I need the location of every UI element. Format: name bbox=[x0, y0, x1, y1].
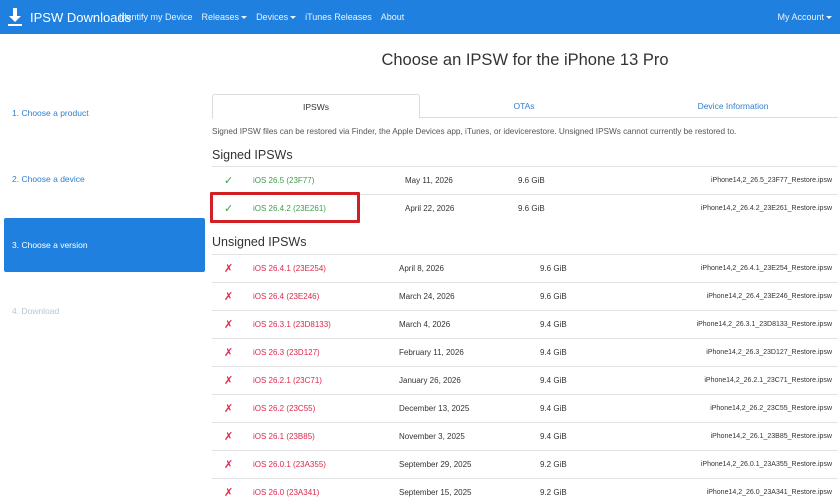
version-link[interactable]: iOS 26.0.1 (23A355) bbox=[253, 451, 326, 478]
table-row[interactable]: ✗ iOS 26.2 (23C55) December 13, 2025 9.4… bbox=[212, 394, 838, 421]
file-name: iPhone14,2_26.3_23D127_Restore.ipsw bbox=[706, 349, 832, 356]
highlight-box bbox=[210, 192, 360, 223]
table-row[interactable]: ✗ iOS 26.3.1 (23D8133) March 4, 2026 9.4… bbox=[212, 310, 838, 337]
file-size: 9.6 GiB bbox=[540, 264, 567, 273]
file-name: iPhone14,2_26.1_23B85_Restore.ipsw bbox=[710, 433, 832, 440]
nav-devices[interactable]: Devices bbox=[256, 12, 297, 22]
version-link[interactable]: iOS 26.2.1 (23C71) bbox=[253, 367, 322, 394]
cross-icon: ✗ bbox=[224, 375, 234, 387]
unsigned-heading: Unsigned IPSWs bbox=[212, 235, 307, 249]
release-date: March 24, 2026 bbox=[399, 292, 455, 301]
cross-icon: ✗ bbox=[224, 319, 234, 331]
table-row[interactable]: ✓ iOS 26.5 (23F77) May 11, 2026 9.6 GiB … bbox=[212, 166, 838, 193]
file-name: iPhone14,2_26.3.1_23D8133_Restore.ipsw bbox=[696, 321, 832, 328]
brand[interactable]: IPSW Downloads bbox=[6, 0, 131, 34]
table-row[interactable]: ✗ iOS 26.0 (23A341) September 15, 2025 9… bbox=[212, 478, 838, 500]
file-name: iPhone14,2_26.4.2_23E261_Restore.ipsw bbox=[700, 205, 832, 212]
release-date: April 8, 2026 bbox=[399, 264, 444, 273]
step-choose-device[interactable]: 2. Choose a device bbox=[4, 152, 205, 206]
cross-icon: ✗ bbox=[224, 347, 234, 359]
file-name: iPhone14,2_26.4_23E246_Restore.ipsw bbox=[706, 293, 832, 300]
chevron-down-icon bbox=[290, 16, 297, 20]
file-name: iPhone14,2_26.0.1_23A355_Restore.ipsw bbox=[700, 461, 832, 468]
cross-icon: ✗ bbox=[224, 403, 234, 415]
file-size: 9.2 GiB bbox=[540, 460, 567, 469]
nav-account[interactable]: My Account bbox=[777, 0, 832, 34]
version-link[interactable]: iOS 26.0 (23A341) bbox=[253, 479, 319, 500]
version-link[interactable]: iOS 26.4.1 (23E254) bbox=[253, 255, 326, 282]
version-link[interactable]: iOS 26.3 (23D127) bbox=[253, 339, 320, 366]
release-date: December 13, 2025 bbox=[399, 404, 470, 413]
table-row[interactable]: ✗ iOS 26.2.1 (23C71) January 26, 2026 9.… bbox=[212, 366, 838, 393]
navbar: IPSW Downloads Identify my Device Releas… bbox=[0, 0, 840, 34]
cross-icon: ✗ bbox=[224, 263, 234, 275]
nav-itunes-releases[interactable]: iTunes Releases bbox=[305, 12, 372, 22]
release-date: January 26, 2026 bbox=[399, 376, 461, 385]
step-choose-product[interactable]: 1. Choose a product bbox=[4, 86, 205, 140]
nav-devices-label: Devices bbox=[256, 12, 289, 22]
version-link[interactable]: iOS 26.2 (23C55) bbox=[253, 395, 315, 422]
brand-title: IPSW Downloads bbox=[30, 9, 132, 25]
table-row[interactable]: ✗ iOS 26.0.1 (23A355) September 29, 2025… bbox=[212, 450, 838, 477]
release-date: February 11, 2026 bbox=[399, 348, 464, 357]
nav-identify-device[interactable]: Identify my Device bbox=[119, 12, 193, 22]
file-name: iPhone14,2_26.0_23A341_Restore.ipsw bbox=[706, 489, 832, 496]
main-content: Choose an IPSW for the iPhone 13 Pro IPS… bbox=[210, 34, 840, 500]
tab-ipsws[interactable]: IPSWs bbox=[212, 94, 420, 119]
file-size: 9.6 GiB bbox=[540, 292, 567, 301]
nav-releases[interactable]: Releases bbox=[202, 12, 248, 22]
file-name: iPhone14,2_26.5_23F77_Restore.ipsw bbox=[710, 177, 832, 184]
download-icon bbox=[6, 6, 24, 28]
version-link[interactable]: iOS 26.4 (23E246) bbox=[253, 283, 319, 310]
table-row[interactable]: ✗ iOS 26.1 (23B85) November 3, 2025 9.4 … bbox=[212, 422, 838, 449]
file-size: 9.4 GiB bbox=[540, 404, 567, 413]
file-name: iPhone14,2_26.4.1_23E254_Restore.ipsw bbox=[700, 265, 832, 272]
version-link[interactable]: iOS 26.5 (23F77) bbox=[253, 167, 314, 194]
nav-account-label: My Account bbox=[777, 12, 824, 22]
table-row[interactable]: ✗ iOS 26.3 (23D127) February 11, 2026 9.… bbox=[212, 338, 838, 365]
release-date: April 22, 2026 bbox=[405, 204, 455, 213]
chevron-down-icon bbox=[241, 16, 248, 20]
table-row[interactable]: ✗ iOS 26.4 (23E246) March 24, 2026 9.6 G… bbox=[212, 282, 838, 309]
page-title: Choose an IPSW for the iPhone 13 Pro bbox=[381, 51, 669, 69]
file-size: 9.4 GiB bbox=[540, 376, 567, 385]
file-size: 9.6 GiB bbox=[518, 204, 545, 213]
cross-icon: ✗ bbox=[224, 487, 234, 499]
restore-info-text: Signed IPSW files can be restored via Fi… bbox=[212, 127, 737, 136]
file-size: 9.4 GiB bbox=[540, 432, 567, 441]
version-link[interactable]: iOS 26.1 (23B85) bbox=[253, 423, 315, 450]
file-size: 9.4 GiB bbox=[540, 348, 567, 357]
file-size: 9.2 GiB bbox=[540, 488, 567, 497]
chevron-down-icon bbox=[826, 15, 832, 19]
version-link[interactable]: iOS 26.3.1 (23D8133) bbox=[253, 311, 331, 338]
nav-links: Identify my Device Releases Devices iTun… bbox=[119, 0, 413, 34]
tab-device-information[interactable]: Device Information bbox=[628, 94, 838, 118]
cross-icon: ✗ bbox=[224, 431, 234, 443]
file-name: iPhone14,2_26.2.1_23C71_Restore.ipsw bbox=[704, 377, 832, 384]
release-date: September 29, 2025 bbox=[399, 460, 472, 469]
nav-releases-label: Releases bbox=[201, 12, 240, 22]
step-choose-version[interactable]: 3. Choose a version bbox=[4, 218, 205, 272]
sidebar: 1. Choose a product 2. Choose a device 3… bbox=[0, 34, 210, 500]
signed-heading: Signed IPSWs bbox=[212, 148, 293, 162]
file-size: 9.4 GiB bbox=[540, 320, 567, 329]
check-icon: ✓ bbox=[224, 175, 234, 187]
cross-icon: ✗ bbox=[224, 291, 234, 303]
file-name: iPhone14,2_26.2_23C55_Restore.ipsw bbox=[710, 405, 832, 412]
cross-icon: ✗ bbox=[224, 459, 234, 471]
release-date: November 3, 2025 bbox=[399, 432, 465, 441]
file-size: 9.6 GiB bbox=[518, 176, 545, 185]
tab-bar: IPSWs OTAs Device Information bbox=[212, 94, 838, 119]
nav-about[interactable]: About bbox=[381, 12, 405, 22]
release-date: May 11, 2026 bbox=[405, 176, 453, 185]
release-date: March 4, 2026 bbox=[399, 320, 451, 329]
release-date: September 15, 2025 bbox=[399, 488, 472, 497]
step-download: 4. Download bbox=[12, 306, 60, 316]
table-row[interactable]: ✗ iOS 26.4.1 (23E254) April 8, 2026 9.6 … bbox=[212, 254, 838, 281]
tab-otas[interactable]: OTAs bbox=[420, 94, 628, 118]
